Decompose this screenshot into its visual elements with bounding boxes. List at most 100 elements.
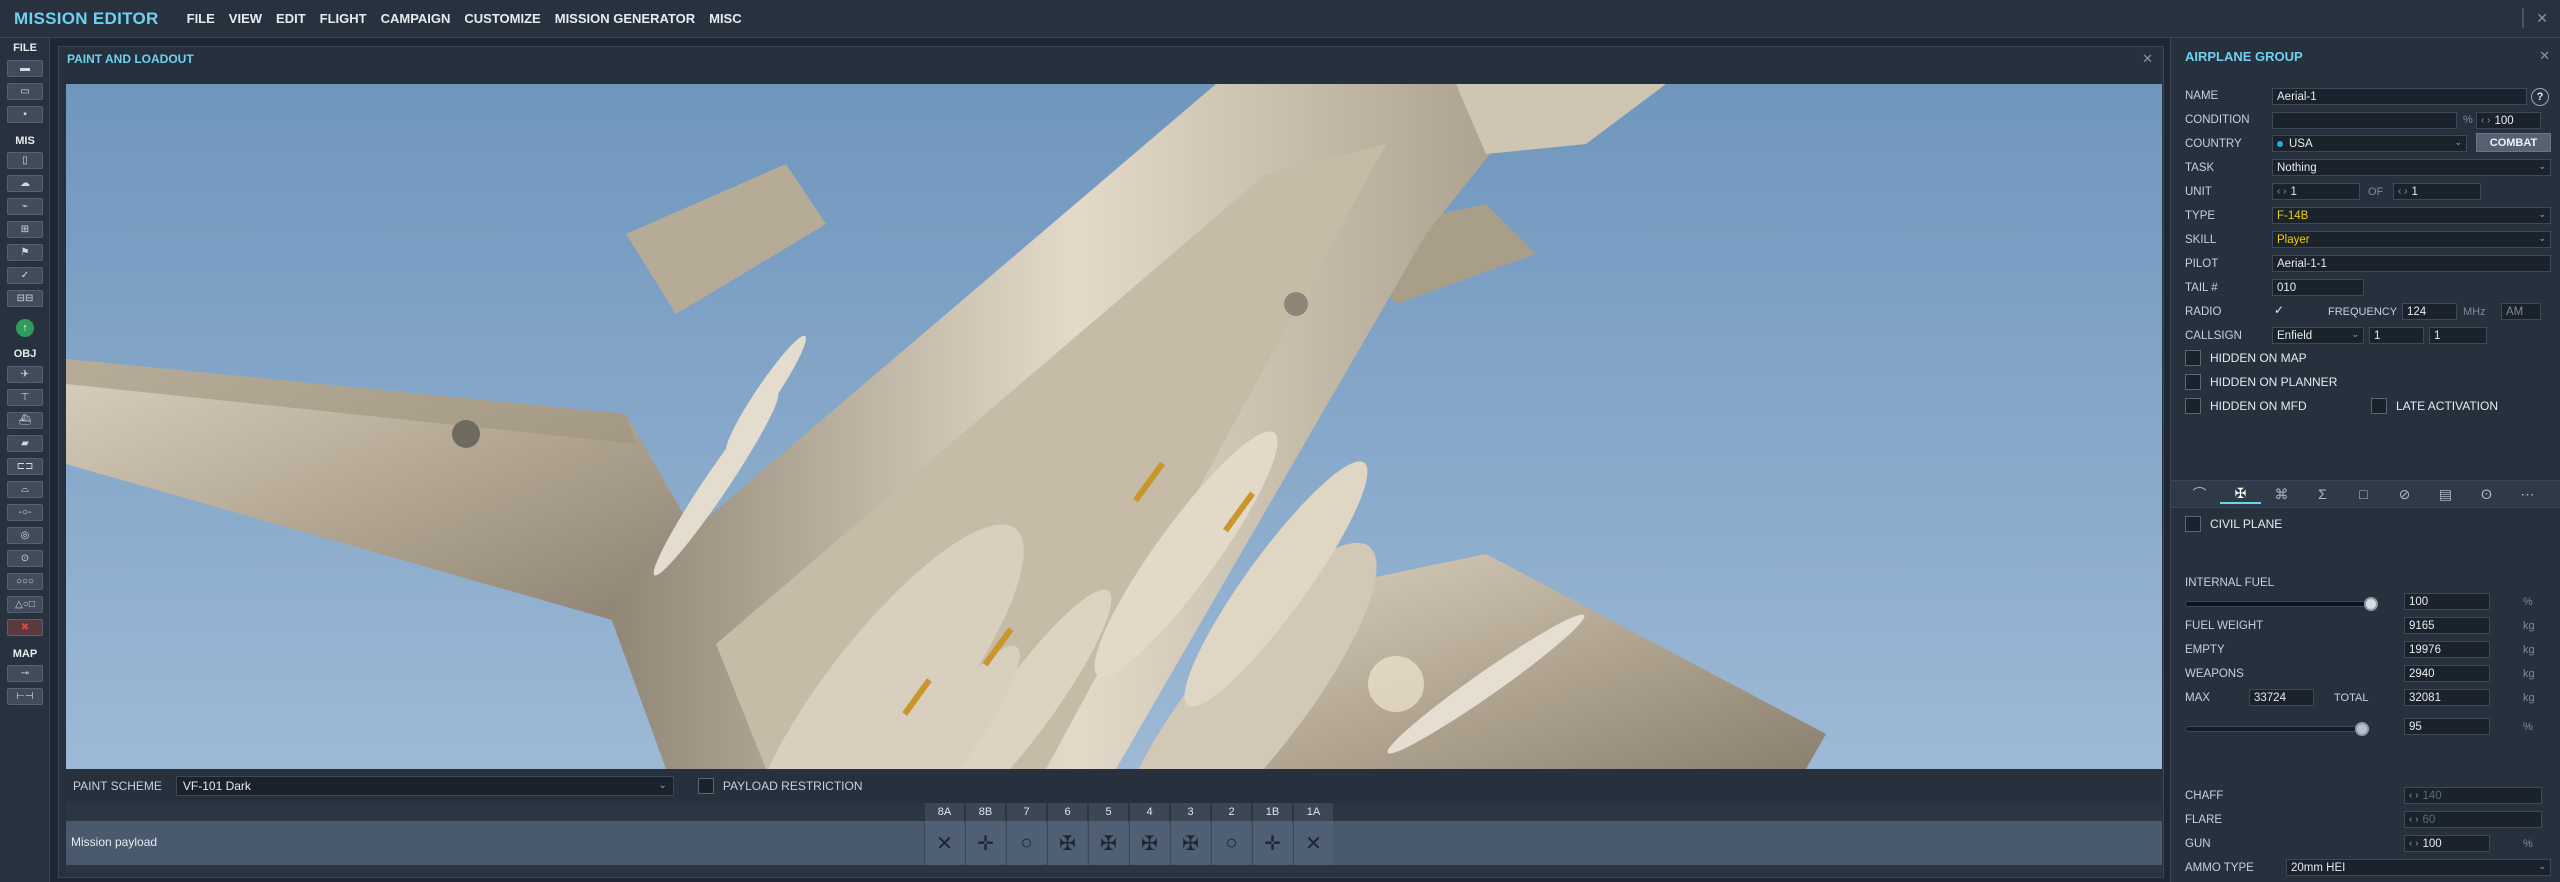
callsign-dropdown[interactable]: Enfield ⌄ <box>2272 327 2364 344</box>
briefing-icon[interactable]: ▯ <box>7 152 43 169</box>
modulation-dropdown[interactable]: AM <box>2501 303 2541 320</box>
menu-mission-generator[interactable]: MISSION GENERATOR <box>555 11 695 26</box>
resources-icon[interactable]: ⊟⊟ <box>7 290 43 307</box>
payload-station[interactable]: 6 ✠ <box>1047 803 1087 865</box>
station-pylon-icon[interactable]: ✕ <box>1293 821 1333 865</box>
internal-fuel-slider[interactable] <box>2185 597 2378 611</box>
slider-knob[interactable] <box>2354 722 2369 736</box>
arrow-up-circle-icon[interactable]: ↑ <box>16 319 34 337</box>
radio-check-icon[interactable]: ✓ <box>2274 303 2284 317</box>
task-dropdown[interactable]: Nothing ⌄ <box>2272 159 2551 176</box>
fuel-weight-field[interactable]: 9165 <box>2404 617 2490 634</box>
chaff-spinner[interactable]: ‹ › 140 <box>2404 787 2542 804</box>
station-pylon-icon[interactable]: ○ <box>1006 821 1046 865</box>
triggers-icon[interactable]: ⌁ <box>7 198 43 215</box>
ammo-type-dropdown[interactable]: 20mm HEI ⌄ <box>2286 859 2551 876</box>
gun-spinner[interactable]: ‹ › 100 <box>2404 835 2490 852</box>
menu-file[interactable]: FILE <box>187 11 215 26</box>
condition-spinner[interactable]: ‹ › 100 <box>2476 112 2541 129</box>
tab-radio-tower-icon[interactable]: ʘ <box>2466 486 2507 502</box>
shapes-icon[interactable]: △○□ <box>7 596 43 613</box>
nav-point-icon[interactable]: -○- <box>7 504 43 521</box>
payload-restriction-checkbox[interactable] <box>697 778 714 794</box>
of-spinner[interactable]: ‹ › 1 <box>2393 183 2481 200</box>
payload-station[interactable]: 8B ✛ <box>965 803 1005 865</box>
skill-dropdown[interactable]: Player ⌄ <box>2272 231 2551 248</box>
civil-plane-row[interactable]: CIVIL PLANE <box>2185 516 2282 532</box>
station-pylon-icon[interactable]: ✠ <box>1170 821 1210 865</box>
tab-payload-icon[interactable]: ✠ <box>2220 485 2261 504</box>
tab-failures-icon[interactable]: ⌘ <box>2261 486 2302 503</box>
payload-station[interactable]: 8A ✕ <box>924 803 964 865</box>
condition-field[interactable] <box>2272 112 2457 129</box>
slider-knob[interactable] <box>2364 597 2378 611</box>
target-icon[interactable]: ⊞ <box>7 221 43 238</box>
target-zone-icon[interactable]: ⊙ <box>7 550 43 567</box>
helicopter-icon[interactable]: ⊤ <box>7 389 43 406</box>
close-icon[interactable]: ✕ <box>2539 48 2550 64</box>
warehouse-icon[interactable]: ○○○ <box>7 573 43 590</box>
hidden-on-planner-checkbox[interactable] <box>2185 374 2201 390</box>
paint-scheme-dropdown[interactable]: VF-101 Dark ⌄ <box>175 776 674 796</box>
help-icon[interactable]: ? <box>2531 88 2549 106</box>
hidden-on-mfd-checkbox[interactable] <box>2185 398 2201 414</box>
combat-button[interactable]: COMBAT <box>2476 133 2551 152</box>
save-file-icon[interactable]: ▪ <box>7 106 43 123</box>
name-field[interactable]: Aerial-1 <box>2272 88 2527 105</box>
static-object-icon[interactable]: ⊏⊐ <box>7 458 43 475</box>
open-file-icon[interactable]: ▭ <box>7 83 43 100</box>
payload-station[interactable]: 1A ✕ <box>1293 803 1333 865</box>
tab-more-icon[interactable]: ⋯ <box>2507 486 2548 503</box>
hidden-on-map-checkbox[interactable] <box>2185 350 2201 366</box>
station-pylon-icon[interactable]: ✛ <box>965 821 1005 865</box>
tail-number-field[interactable]: 010 <box>2272 279 2364 296</box>
tab-route-icon[interactable]: ⌒ <box>2179 484 2220 504</box>
civil-plane-checkbox[interactable] <box>2185 516 2201 532</box>
station-pylon-icon[interactable]: ✠ <box>1129 821 1169 865</box>
flag-icon[interactable]: ⚑ <box>7 244 43 261</box>
frequency-field[interactable]: 124 <box>2402 303 2457 320</box>
late-activation-checkbox[interactable] <box>2371 398 2387 414</box>
payload-station[interactable]: 2 ○ <box>1211 803 1251 865</box>
station-pylon-icon[interactable]: ✕ <box>924 821 964 865</box>
menu-flight[interactable]: FLIGHT <box>320 11 367 26</box>
tab-datalink-icon[interactable]: ▤ <box>2425 486 2466 503</box>
payload-station[interactable]: 7 ○ <box>1006 803 1046 865</box>
tab-slash-circle-icon[interactable]: ⊘ <box>2384 486 2425 503</box>
payload-station[interactable]: 4 ✠ <box>1129 803 1169 865</box>
callsign-number-1[interactable]: 1 <box>2369 327 2424 344</box>
menu-edit[interactable]: EDIT <box>276 11 306 26</box>
hidden-on-map-row[interactable]: HIDDEN ON MAP <box>2185 350 2307 366</box>
station-pylon-icon[interactable]: ○ <box>1211 821 1251 865</box>
vehicle-icon[interactable]: ▰ <box>7 435 43 452</box>
airplane-icon[interactable]: ✈ <box>7 366 43 383</box>
close-icon[interactable]: ✕ <box>2142 51 2153 67</box>
station-pylon-icon[interactable]: ✠ <box>1088 821 1128 865</box>
check-icon[interactable]: ✓ <box>7 267 43 284</box>
menu-customize[interactable]: CUSTOMIZE <box>464 11 540 26</box>
payload-station[interactable]: 1B ✛ <box>1252 803 1292 865</box>
ship-icon[interactable]: ⛴ <box>7 412 43 429</box>
zone-icon[interactable]: ◎ <box>7 527 43 544</box>
late-activation-row[interactable]: LATE ACTIVATION <box>2371 398 2498 414</box>
hidden-on-planner-row[interactable]: HIDDEN ON PLANNER <box>2185 374 2337 390</box>
country-dropdown[interactable]: USA ⌄ <box>2272 135 2467 152</box>
internal-fuel-field[interactable]: 100 <box>2404 593 2490 610</box>
weather-icon[interactable]: ☁ <box>7 175 43 192</box>
bridge-icon[interactable]: ⌓ <box>7 481 43 498</box>
new-file-icon[interactable]: ▬ <box>7 60 43 77</box>
payload-station[interactable]: 5 ✠ <box>1088 803 1128 865</box>
menu-misc[interactable]: MISC <box>709 11 742 26</box>
delete-icon[interactable]: ✖ <box>7 619 43 636</box>
unit-spinner[interactable]: ‹ › 1 <box>2272 183 2360 200</box>
callsign-number-2[interactable]: 1 <box>2429 327 2487 344</box>
hidden-on-mfd-row[interactable]: HIDDEN ON MFD <box>2185 398 2307 414</box>
station-pylon-icon[interactable]: ✛ <box>1252 821 1292 865</box>
payload-station[interactable]: 3 ✠ <box>1170 803 1210 865</box>
tab-sigma-icon[interactable]: Σ <box>2302 486 2343 502</box>
pilot-field[interactable]: Aerial-1-1 <box>2272 255 2551 272</box>
key-icon[interactable]: ⊸ <box>7 665 43 682</box>
aircraft-preview-viewport[interactable] <box>66 84 2162 769</box>
menu-campaign[interactable]: CAMPAIGN <box>381 11 451 26</box>
ruler-icon[interactable]: ⊢⊣ <box>7 688 43 705</box>
